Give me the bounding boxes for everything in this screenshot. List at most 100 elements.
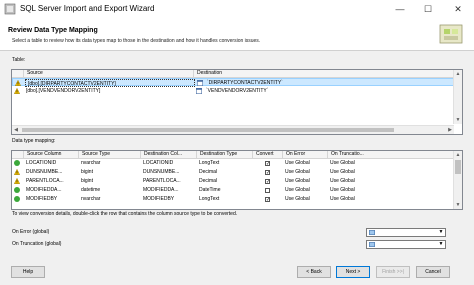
scroll-thumb[interactable]: [455, 160, 461, 174]
table-vertical-scrollbar[interactable]: ▲ ▼: [453, 70, 462, 124]
on-truncation-cell[interactable]: Use Global: [328, 177, 373, 185]
minimize-button[interactable]: —: [386, 0, 414, 18]
row-destination: `VENDVENDORV2ENTITY`: [206, 88, 269, 94]
mapping-vertical-scrollbar[interactable]: ▲ ▼: [453, 151, 462, 209]
source-column-cell: PARENTLOCA...: [26, 178, 64, 184]
convert-checkbox[interactable]: ✓: [265, 169, 270, 175]
on-truncation-cell[interactable]: Use Global: [328, 195, 373, 203]
scroll-right-arrow-icon[interactable]: ▶: [446, 126, 454, 134]
destination-column-cell: MODIFIEDBY: [143, 196, 175, 202]
sql-server-app-icon: [4, 3, 16, 15]
source-column-cell: DUNSNUMBE...: [26, 169, 63, 175]
on-error-cell[interactable]: Use Global: [283, 186, 328, 194]
on-truncation-global-select[interactable]: ▼: [366, 240, 446, 249]
warning-icon: [15, 80, 21, 86]
column-header-destination-type[interactable]: Destination Type: [197, 151, 253, 158]
wizard-header: Review Data Type Mapping Select a table …: [0, 18, 474, 51]
column-header-source-type[interactable]: Source Type: [79, 151, 141, 158]
source-column-cell: MODIFIEDBY: [26, 196, 58, 202]
source-column-cell: MODIFIEDDA...: [26, 187, 62, 193]
column-header-destination-column[interactable]: Destination Col...: [141, 151, 197, 158]
chevron-down-icon[interactable]: ▼: [437, 229, 445, 236]
back-button[interactable]: < Back: [297, 266, 331, 278]
mapping-row[interactable]: LOCATIONID nvarchar LOCATIONID LongText …: [12, 159, 454, 167]
mapping-label: Data type mapping:: [12, 138, 56, 144]
scroll-down-arrow-icon[interactable]: ▼: [454, 201, 462, 209]
source-type-cell: bigint: [81, 178, 93, 184]
scroll-left-arrow-icon[interactable]: ◀: [12, 126, 20, 134]
column-header-destination[interactable]: Destination: [194, 70, 454, 77]
on-truncation-cell[interactable]: Use Global: [328, 159, 373, 167]
ok-status-icon: [14, 160, 20, 166]
convert-checkbox[interactable]: ✓: [265, 160, 270, 166]
table-horizontal-scrollbar[interactable]: ◀ ▶: [12, 125, 454, 134]
on-truncation-cell[interactable]: Use Global: [328, 186, 373, 194]
warning-icon: [14, 88, 20, 94]
cancel-button[interactable]: Cancel: [416, 266, 450, 278]
on-error-global-select[interactable]: ▼: [366, 228, 446, 237]
warning-icon: [14, 169, 20, 175]
row-source: [dbo].[VENDVENDORV2ENTITY]: [26, 88, 101, 94]
warning-icon: [14, 178, 20, 184]
on-truncation-global-label: On Truncation (global): [12, 241, 62, 247]
page-title: Review Data Type Mapping: [8, 27, 98, 34]
mapping-hint: To view conversion details, double-click…: [12, 211, 238, 217]
title-bar: SQL Server Import and Export Wizard — ☐ …: [0, 0, 474, 19]
mapping-grid: Source Column Source Type Destination Co…: [11, 150, 463, 210]
on-error-cell[interactable]: Use Global: [283, 159, 328, 167]
table-row[interactable]: [dbo].[VENDVENDORV2ENTITY] `VENDVENDORV2…: [12, 87, 454, 95]
destination-type-cell: DateTime: [199, 187, 221, 193]
dropdown-item-icon: [369, 230, 375, 235]
table-icon: [197, 80, 203, 86]
on-truncation-cell[interactable]: Use Global: [328, 168, 373, 176]
scroll-down-arrow-icon[interactable]: ▼: [454, 116, 462, 124]
ok-status-icon: [14, 196, 20, 202]
column-header-convert[interactable]: Convert: [253, 151, 283, 158]
next-button[interactable]: Next >: [336, 266, 370, 278]
mapping-row[interactable]: PARENTLOCA... bigint PARENTLOCA... Decim…: [12, 177, 454, 185]
table-grid: Source Destination [dbo].[DIRPARTYCONTAC…: [11, 69, 463, 135]
convert-checkbox[interactable]: [265, 187, 270, 193]
destination-column-cell: MODIFIEDDA...: [143, 187, 179, 193]
source-type-cell: nvarchar: [81, 160, 101, 166]
column-header-source[interactable]: Source: [24, 70, 194, 77]
destination-column-cell: PARENTLOCA...: [143, 178, 181, 184]
table-row[interactable]: [dbo].[DIRPARTYCONTACTV2ENTITY] `DIRPART…: [12, 78, 454, 87]
wizard-decorative-icon: [439, 24, 463, 44]
on-error-cell[interactable]: Use Global: [283, 195, 328, 203]
source-type-cell: nvarchar: [81, 196, 101, 202]
help-button[interactable]: Help: [11, 266, 45, 278]
destination-type-cell: Decimal: [199, 178, 218, 184]
dropdown-item-icon: [369, 242, 375, 247]
convert-checkbox[interactable]: ✓: [265, 178, 270, 184]
table-label: Table:: [12, 57, 26, 63]
maximize-button[interactable]: ☐: [414, 0, 442, 18]
convert-checkbox[interactable]: ✓: [265, 196, 270, 202]
close-button[interactable]: ✕: [444, 0, 472, 18]
table-icon: [196, 88, 202, 94]
column-header-on-truncation[interactable]: On Truncatio...: [328, 151, 373, 158]
destination-type-cell: LongText: [199, 160, 220, 166]
mapping-row[interactable]: DUNSNUMBE... bigint DUNSNUMBE... Decimal…: [12, 168, 454, 176]
scroll-up-arrow-icon[interactable]: ▲: [454, 70, 462, 78]
mapping-row[interactable]: MODIFIEDBY nvarchar MODIFIEDBY LongText …: [12, 195, 454, 203]
window-title: SQL Server Import and Export Wizard: [20, 4, 155, 13]
source-type-cell: datetime: [81, 187, 101, 193]
destination-type-cell: LongText: [199, 196, 220, 202]
on-error-global-label: On Error (global): [12, 229, 50, 235]
column-header-source-column[interactable]: Source Column: [24, 151, 79, 158]
on-error-cell[interactable]: Use Global: [283, 168, 328, 176]
ok-status-icon: [14, 187, 20, 193]
scroll-thumb[interactable]: [22, 128, 394, 132]
on-error-cell[interactable]: Use Global: [283, 177, 328, 185]
column-header-on-error[interactable]: On Error: [283, 151, 328, 158]
mapping-row[interactable]: MODIFIEDDA... datetime MODIFIEDDA... Dat…: [12, 186, 454, 194]
finish-button[interactable]: Finish >>|: [376, 266, 410, 278]
destination-column-cell: LOCATIONID: [143, 160, 174, 166]
row-destination: `DIRPARTYCONTACTV2ENTITY`: [207, 80, 283, 86]
chevron-down-icon[interactable]: ▼: [437, 241, 445, 248]
scroll-up-arrow-icon[interactable]: ▲: [454, 151, 462, 159]
source-type-cell: bigint: [81, 169, 93, 175]
destination-type-cell: Decimal: [199, 169, 218, 175]
source-column-cell: LOCATIONID: [26, 160, 57, 166]
